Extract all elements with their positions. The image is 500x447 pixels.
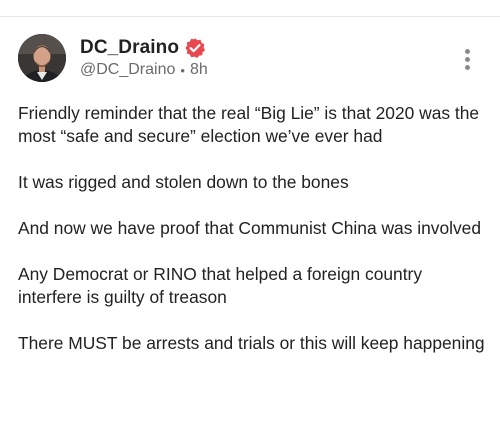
post-paragraph: It was rigged and stolen down to the bon… <box>18 172 349 192</box>
verified-badge-icon <box>184 37 206 59</box>
more-vertical-icon <box>465 49 470 54</box>
meta-row: @DC_Draino • 8h <box>80 61 208 79</box>
avatar[interactable] <box>18 34 66 82</box>
post-card: DC_Draino @DC_Draino • 8h Friendly remin… <box>0 0 500 447</box>
separator-dot: • <box>180 62 185 78</box>
avatar-image <box>18 34 66 82</box>
post-paragraph: And now we have proof that Communist Chi… <box>18 218 482 238</box>
more-vertical-icon-dot <box>465 65 470 70</box>
name-row: DC_Draino <box>80 36 208 60</box>
post-paragraph: Any Democrat or RINO that helped a forei… <box>18 264 427 307</box>
handle[interactable]: @DC_Draino <box>80 61 175 79</box>
more-options-button[interactable] <box>457 47 477 73</box>
post-paragraph: Friendly reminder that the real “Big Lie… <box>18 103 484 146</box>
post-header: DC_Draino @DC_Draino • 8h <box>80 36 208 82</box>
post-paragraph: There MUST be arrests and trials or this… <box>18 333 485 353</box>
more-vertical-icon-dot <box>465 57 470 62</box>
display-name[interactable]: DC_Draino <box>80 37 179 59</box>
post-body: Friendly reminder that the real “Big Lie… <box>18 102 488 378</box>
timestamp[interactable]: 8h <box>190 61 208 79</box>
